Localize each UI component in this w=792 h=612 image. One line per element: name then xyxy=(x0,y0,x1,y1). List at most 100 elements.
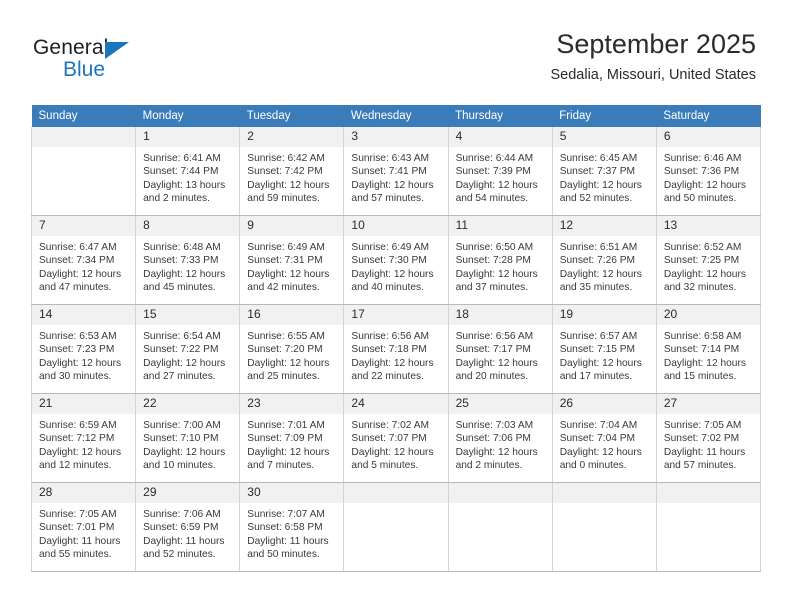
daylight-text-line2: and 50 minutes. xyxy=(663,193,737,205)
page-title: September 2025 xyxy=(556,29,756,59)
day-cell-inner: 18 Sunrise: 6:56 AM Sunset: 7:17 PM Dayligh… xyxy=(448,305,552,393)
day-cell-inner: 1 Sunrise: 6:41 AM Sunset: 7:44 PM Daylight… xyxy=(136,127,240,215)
calendar-day-cell[interactable]: 7 Sunrise: 6:47 AM Sunset: 7:34 PM Daylight… xyxy=(30,215,137,305)
day-sun-info: Sunrise: 6:41 AM Sunset: 7:44 PM Daylight:… xyxy=(136,147,239,206)
daylight-text-line2: and 32 minutes. xyxy=(663,282,737,294)
daylight-text-line1: Daylight: 13 hours xyxy=(143,179,226,191)
day-cell-inner: 17 Sunrise: 6:56 AM Sunset: 7:18 PM Dayligh… xyxy=(344,305,448,393)
day-sun-info: Sunrise: 7:05 AM Sunset: 7:02 PM Daylight:… xyxy=(657,414,760,473)
sunset-text: Sunset: 7:18 PM xyxy=(351,344,427,356)
calendar-day-cell[interactable]: 15 Sunrise: 6:54 AM Sunset: 7:22 PM Dayligh… xyxy=(135,304,241,394)
daylight-text-line1: Daylight: 12 hours xyxy=(559,179,642,191)
day-number xyxy=(656,483,760,503)
calendar-day-cell[interactable]: 26 Sunrise: 7:04 AM Sunset: 7:04 PM Dayligh… xyxy=(551,393,657,483)
calendar-day-cell[interactable]: 5 Sunrise: 6:45 AM Sunset: 7:37 PM Daylight… xyxy=(551,127,657,216)
calendar-day-cell[interactable]: 8 Sunrise: 6:48 AM Sunset: 7:33 PM Daylight… xyxy=(135,215,241,305)
calendar-day-cell[interactable]: 14 Sunrise: 6:53 AM Sunset: 7:23 PM Dayligh… xyxy=(30,304,137,394)
daylight-text-line1: Daylight: 12 hours xyxy=(455,446,538,458)
sunrise-text: Sunrise: 6:55 AM xyxy=(247,331,325,342)
calendar-day-cell[interactable]: 20 Sunrise: 6:58 AM Sunset: 7:14 PM Dayligh… xyxy=(655,304,762,394)
day-cell-inner: 30 Sunrise: 7:07 AM Sunset: 6:58 PM Dayligh… xyxy=(240,483,344,571)
calendar-week-row: 14 Sunrise: 6:53 AM Sunset: 7:23 PM Dayligh… xyxy=(30,304,762,394)
day-cell-inner: 14 Sunrise: 6:53 AM Sunset: 7:23 PM Dayligh… xyxy=(32,305,136,393)
sunset-text: Sunset: 7:34 PM xyxy=(39,255,115,267)
day-number xyxy=(448,483,552,503)
daylight-text-line1: Daylight: 12 hours xyxy=(559,446,642,458)
daylight-text-line2: and 5 minutes. xyxy=(351,460,419,472)
sunrise-text: Sunrise: 6:47 AM xyxy=(39,242,117,253)
calendar-day-cell[interactable]: 9 Sunrise: 6:49 AM Sunset: 7:31 PM Daylight… xyxy=(239,215,345,305)
calendar-day-cell[interactable]: 2 Sunrise: 6:42 AM Sunset: 7:42 PM Daylight… xyxy=(239,127,345,216)
daylight-text-line2: and 25 minutes. xyxy=(247,371,320,383)
daylight-text-line2: and 35 minutes. xyxy=(559,282,633,294)
day-number: 30 xyxy=(240,483,344,503)
calendar-day-cell[interactable]: 16 Sunrise: 6:55 AM Sunset: 7:20 PM Dayligh… xyxy=(239,304,345,394)
day-cell-inner: 8 Sunrise: 6:48 AM Sunset: 7:33 PM Daylight… xyxy=(136,216,240,304)
day-number: 11 xyxy=(448,216,552,236)
day-cell-inner: 5 Sunrise: 6:45 AM Sunset: 7:37 PM Daylight… xyxy=(552,127,656,215)
calendar-day-cell[interactable]: 24 Sunrise: 7:02 AM Sunset: 7:07 PM Dayligh… xyxy=(343,393,449,483)
day-number: 16 xyxy=(240,305,344,325)
day-sun-info: Sunrise: 6:51 AM Sunset: 7:26 PM Daylight:… xyxy=(553,236,656,295)
daylight-text-line1: Daylight: 12 hours xyxy=(663,357,746,369)
day-sun-info: Sunrise: 6:56 AM Sunset: 7:18 PM Daylight:… xyxy=(344,325,447,384)
calendar-day-cell[interactable]: 4 Sunrise: 6:44 AM Sunset: 7:39 PM Daylight… xyxy=(447,127,553,216)
calendar-day-cell[interactable]: 25 Sunrise: 7:03 AM Sunset: 7:06 PM Dayligh… xyxy=(447,393,553,483)
day-cell-inner: 4 Sunrise: 6:44 AM Sunset: 7:39 PM Daylight… xyxy=(448,127,552,215)
calendar-day-cell[interactable]: 18 Sunrise: 6:56 AM Sunset: 7:17 PM Dayligh… xyxy=(447,304,553,394)
sunset-text: Sunset: 7:09 PM xyxy=(247,433,323,445)
day-cell-inner: 23 Sunrise: 7:01 AM Sunset: 7:09 PM Dayligh… xyxy=(240,394,344,482)
daylight-text-line2: and 40 minutes. xyxy=(351,282,424,294)
calendar-day-cell[interactable]: 19 Sunrise: 6:57 AM Sunset: 7:15 PM Dayligh… xyxy=(551,304,657,394)
day-sun-info: Sunrise: 6:44 AM Sunset: 7:39 PM Daylight:… xyxy=(449,147,552,206)
daylight-text-line2: and 17 minutes. xyxy=(559,371,633,383)
sunset-text: Sunset: 7:37 PM xyxy=(559,166,636,178)
day-number: 19 xyxy=(552,305,656,325)
calendar-day-cell[interactable]: 27 Sunrise: 7:05 AM Sunset: 7:02 PM Dayligh… xyxy=(655,393,762,483)
daylight-text-line1: Daylight: 11 hours xyxy=(39,535,121,547)
calendar-day-cell[interactable]: 13 Sunrise: 6:52 AM Sunset: 7:25 PM Dayligh… xyxy=(655,215,762,305)
sunset-text: Sunset: 7:20 PM xyxy=(247,344,323,356)
day-sun-info: Sunrise: 6:57 AM Sunset: 7:15 PM Daylight:… xyxy=(553,325,656,384)
sunrise-text: Sunrise: 6:59 AM xyxy=(39,420,117,431)
sunrise-text: Sunrise: 6:51 AM xyxy=(559,242,638,253)
daylight-text-line2: and 12 minutes. xyxy=(39,460,112,472)
daylight-text-line1: Daylight: 12 hours xyxy=(247,179,330,191)
daylight-text-line2: and 55 minutes. xyxy=(39,549,112,561)
day-cell-inner: 10 Sunrise: 6:49 AM Sunset: 7:30 PM Dayligh… xyxy=(344,216,448,304)
logo-triangle-icon xyxy=(105,42,129,59)
calendar-day-cell[interactable]: 30 Sunrise: 7:07 AM Sunset: 6:58 PM Dayligh… xyxy=(239,482,345,572)
calendar-day-cell[interactable]: 1 Sunrise: 6:41 AM Sunset: 7:44 PM Daylight… xyxy=(135,127,241,216)
daylight-text-line2: and 42 minutes. xyxy=(247,282,320,294)
calendar-day-cell[interactable]: 10 Sunrise: 6:49 AM Sunset: 7:30 PM Dayligh… xyxy=(343,215,449,305)
daylight-text-line1: Daylight: 11 hours xyxy=(663,446,746,458)
day-cell-inner: 3 Sunrise: 6:43 AM Sunset: 7:41 PM Daylight… xyxy=(344,127,448,215)
day-cell-inner: 20 Sunrise: 6:58 AM Sunset: 7:14 PM Dayligh… xyxy=(656,305,760,393)
calendar-day-cell[interactable]: 11 Sunrise: 6:50 AM Sunset: 7:28 PM Dayligh… xyxy=(447,215,553,305)
calendar-day-cell[interactable]: 21 Sunrise: 6:59 AM Sunset: 7:12 PM Dayligh… xyxy=(30,393,137,483)
calendar-table: Sunday Monday Tuesday Wednesday Thursday… xyxy=(30,105,762,572)
day-sun-info: Sunrise: 6:54 AM Sunset: 7:22 PM Daylight:… xyxy=(136,325,239,384)
calendar-day-cell[interactable]: 6 Sunrise: 6:46 AM Sunset: 7:36 PM Daylight… xyxy=(655,127,762,216)
sunrise-text: Sunrise: 7:00 AM xyxy=(143,420,221,431)
calendar-day-cell[interactable]: 12 Sunrise: 6:51 AM Sunset: 7:26 PM Dayligh… xyxy=(551,215,657,305)
sunset-text: Sunset: 7:26 PM xyxy=(559,255,636,267)
day-cell-inner: 21 Sunrise: 6:59 AM Sunset: 7:12 PM Dayligh… xyxy=(32,394,136,482)
sunset-text: Sunset: 7:39 PM xyxy=(455,166,531,178)
sunset-text: Sunset: 7:07 PM xyxy=(351,433,427,445)
day-number: 17 xyxy=(344,305,448,325)
weekday-header-sunday: Sunday xyxy=(31,105,136,127)
daylight-text-line1: Daylight: 12 hours xyxy=(455,179,538,191)
calendar-day-cell[interactable]: 22 Sunrise: 7:00 AM Sunset: 7:10 PM Dayligh… xyxy=(135,393,241,483)
calendar-day-cell[interactable]: 28 Sunrise: 7:05 AM Sunset: 7:01 PM Dayligh… xyxy=(30,482,137,572)
calendar-day-cell[interactable]: 23 Sunrise: 7:01 AM Sunset: 7:09 PM Dayligh… xyxy=(239,393,345,483)
sunrise-text: Sunrise: 7:04 AM xyxy=(559,420,638,431)
calendar-day-cell[interactable]: 29 Sunrise: 7:06 AM Sunset: 6:59 PM Dayligh… xyxy=(135,482,241,572)
daylight-text-line2: and 52 minutes. xyxy=(143,549,216,561)
calendar-day-cell[interactable]: 3 Sunrise: 6:43 AM Sunset: 7:41 PM Daylight… xyxy=(343,127,449,216)
daylight-text-line2: and 50 minutes. xyxy=(247,549,320,561)
calendar-day-cell[interactable]: 17 Sunrise: 6:56 AM Sunset: 7:18 PM Dayligh… xyxy=(343,304,449,394)
weekday-header-monday: Monday xyxy=(135,105,240,127)
day-sun-info: Sunrise: 6:43 AM Sunset: 7:41 PM Daylight:… xyxy=(344,147,447,206)
day-number: 13 xyxy=(656,216,760,236)
